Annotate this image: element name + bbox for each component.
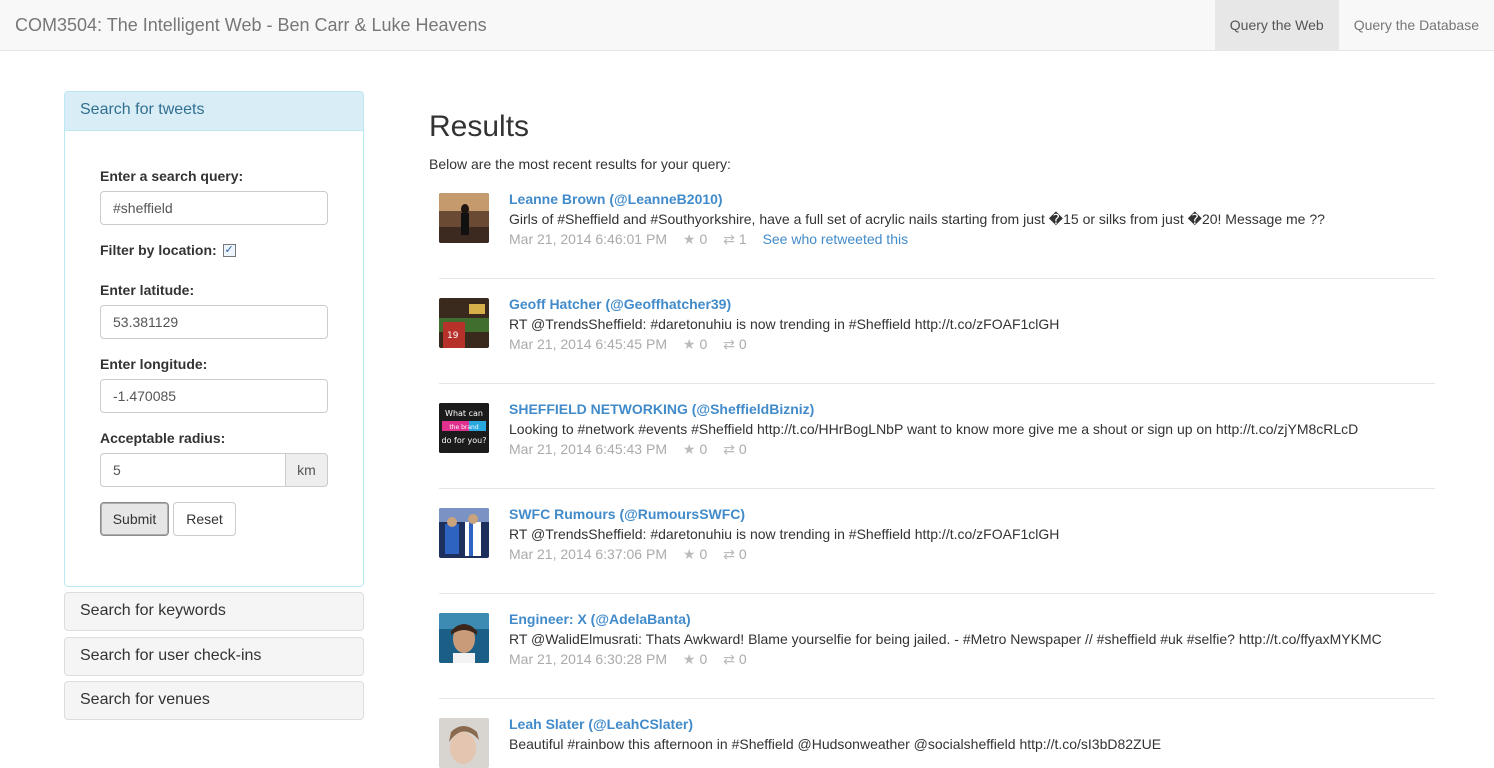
avatar[interactable] (439, 508, 489, 558)
tweet-divider (439, 593, 1435, 594)
retweet-count: 1 (738, 231, 747, 247)
star-icon[interactable]: ★ (683, 231, 696, 247)
nav-query-web[interactable]: Query the Web (1214, 0, 1339, 50)
tweet-time[interactable]: Mar 21, 2014 6:45:43 PM (509, 441, 667, 457)
nav-links: Query the Web Query the Database (1214, 0, 1494, 50)
star-icon[interactable]: ★ (683, 441, 696, 457)
radius-label: Acceptable radius: (100, 430, 226, 446)
tweet-divider (439, 278, 1435, 279)
avatar[interactable] (439, 718, 489, 768)
tweet-time[interactable]: Mar 21, 2014 6:37:06 PM (509, 546, 667, 562)
retweet-icon[interactable]: ⇄ (723, 336, 735, 352)
avatar-text-line: What can (445, 409, 483, 418)
tweet-author[interactable]: SWFC Rumours (@RumoursSWFC) (509, 506, 745, 522)
search-venues-panel[interactable]: Search for venues (64, 681, 364, 720)
search-checkins-panel[interactable]: Search for user check-ins (64, 637, 364, 676)
retweet-icon[interactable]: ⇄ (723, 651, 735, 667)
longitude-label: Enter longitude: (100, 356, 208, 372)
retweet-icon[interactable]: ⇄ (723, 546, 735, 562)
retweet-icon[interactable]: ⇄ (723, 231, 735, 247)
avatar[interactable]: What can the brand do for you? (439, 403, 489, 453)
favorite-count: 0 (699, 651, 708, 667)
star-icon[interactable]: ★ (683, 546, 696, 562)
avatar[interactable] (439, 193, 489, 243)
search-tweets-panel: Search for tweets Enter a search query: … (64, 91, 364, 587)
retweet-count: 0 (738, 546, 747, 562)
latitude-label: Enter latitude: (100, 282, 195, 298)
avatar[interactable]: 19 (439, 298, 489, 348)
tweet-author[interactable]: Engineer: X (@AdelaBanta) (509, 611, 691, 627)
retweet-icon[interactable]: ⇄ (723, 441, 735, 457)
filter-location-label: Filter by location: (100, 242, 217, 258)
tweet-text: RT @TrendsSheffield: #daretonuhiu is now… (509, 316, 1060, 332)
search-query-input[interactable]: #sheffield (100, 191, 328, 225)
tweet-item: SWFC Rumours (@RumoursSWFC) RT @TrendsSh… (439, 506, 1435, 613)
tweet-time[interactable]: Mar 21, 2014 6:45:45 PM (509, 336, 667, 352)
filter-location-checkbox[interactable]: ✓ (222, 243, 236, 257)
see-retweeters-link[interactable]: See who retweeted this (763, 231, 909, 247)
navbar: COM3504: The Intelligent Web - Ben Carr … (0, 0, 1494, 51)
tweet-meta: Mar 21, 2014 6:30:28 PM ★ 0 ⇄ 0 (509, 651, 747, 668)
avatar[interactable] (439, 613, 489, 663)
tweet-item: Leah Slater (@LeahCSlater) Beautiful #ra… (439, 716, 1435, 768)
tweet-item: Leanne Brown (@LeanneB2010) Girls of #Sh… (439, 191, 1435, 298)
tweet-meta: Mar 21, 2014 6:45:45 PM ★ 0 ⇄ 0 (509, 336, 747, 353)
brand-title[interactable]: COM3504: The Intelligent Web - Ben Carr … (15, 0, 487, 50)
latitude-input[interactable]: 53.381129 (100, 305, 328, 339)
star-icon[interactable]: ★ (683, 651, 696, 667)
favorite-count: 0 (699, 546, 708, 562)
longitude-input[interactable]: -1.470085 (100, 379, 328, 413)
filter-location-row: Filter by location: ✓ (100, 242, 236, 258)
tweet-meta: Mar 21, 2014 6:45:43 PM ★ 0 ⇄ 0 (509, 441, 747, 458)
query-label: Enter a search query: (100, 168, 244, 184)
tweet-item: What can the brand do for you? SHEFFIELD… (439, 401, 1435, 508)
tweet-time[interactable]: Mar 21, 2014 6:30:28 PM (509, 651, 667, 667)
tweet-author[interactable]: Geoff Hatcher (@Geoffhatcher39) (509, 296, 731, 312)
retweet-count: 0 (738, 441, 747, 457)
radius-unit-addon: km (285, 453, 328, 487)
radius-input[interactable]: 5 (100, 453, 286, 487)
favorite-count: 0 (699, 336, 708, 352)
tweet-author[interactable]: Leanne Brown (@LeanneB2010) (509, 191, 723, 207)
tweet-divider (439, 698, 1435, 699)
reset-button[interactable]: Reset (173, 502, 236, 536)
favorite-count: 0 (699, 441, 708, 457)
tweet-meta: Mar 21, 2014 6:46:01 PM ★ 0 ⇄ 1 See who re… (509, 231, 908, 248)
submit-button[interactable]: Submit (100, 502, 169, 536)
retweet-count: 0 (738, 336, 747, 352)
star-icon[interactable]: ★ (683, 336, 696, 352)
tweet-author[interactable]: SHEFFIELD NETWORKING (@SheffieldBizniz) (509, 401, 814, 417)
retweet-count: 0 (738, 651, 747, 667)
avatar-text-line: do for you? (441, 436, 486, 445)
tweet-text: Beautiful #rainbow this afternoon in #Sh… (509, 736, 1162, 752)
nav-query-database[interactable]: Query the Database (1339, 0, 1494, 50)
tweet-item: Engineer: X (@AdelaBanta) RT @WalidElmus… (439, 611, 1435, 718)
results-subtitle: Below are the most recent results for yo… (429, 156, 731, 172)
favorite-count: 0 (699, 231, 708, 247)
search-keywords-panel[interactable]: Search for keywords (64, 592, 364, 631)
svg-text:19: 19 (447, 331, 459, 341)
tweet-text: Girls of #Sheffield and #Southyorkshire,… (509, 211, 1325, 227)
tweet-text: RT @TrendsSheffield: #daretonuhiu is now… (509, 526, 1060, 542)
tweet-author[interactable]: Leah Slater (@LeahCSlater) (509, 716, 693, 732)
tweet-time[interactable]: Mar 21, 2014 6:46:01 PM (509, 231, 667, 247)
avatar-text-line: the brand (449, 424, 479, 431)
tweet-text: RT @WalidElmusrati: Thats Awkward! Blame… (509, 631, 1382, 647)
tweet-divider (439, 383, 1435, 384)
tweet-item: 19 Geoff Hatcher (@Geoffhatcher39) RT @T… (439, 296, 1435, 403)
tweet-meta: Mar 21, 2014 6:37:06 PM ★ 0 ⇄ 0 (509, 546, 747, 563)
panel-heading-search-tweets[interactable]: Search for tweets (65, 92, 363, 131)
results-title: Results (429, 110, 530, 143)
tweet-text: Looking to #network #events #Sheffield h… (509, 421, 1359, 437)
tweet-divider (439, 488, 1435, 489)
